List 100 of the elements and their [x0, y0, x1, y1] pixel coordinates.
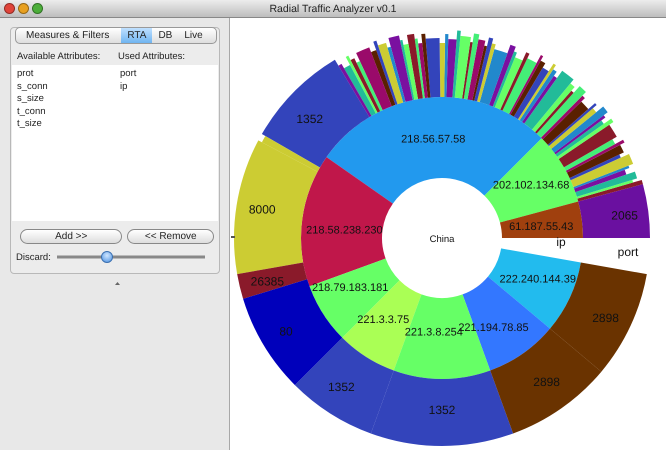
- thin-segment[interactable]: [492, 51, 517, 108]
- thin-segment[interactable]: [338, 64, 372, 118]
- attribute-item[interactable]: s_conn: [17, 80, 115, 93]
- thin-segment[interactable]: [472, 46, 487, 101]
- attribute-item[interactable]: s_size: [17, 93, 115, 106]
- thin-segment[interactable]: [421, 34, 430, 98]
- splitter-handle-icon[interactable]: [231, 236, 235, 238]
- thin-segment[interactable]: [371, 50, 396, 106]
- attribute-item[interactable]: t_conn: [17, 106, 115, 118]
- thin-segment[interactable]: [574, 170, 626, 192]
- tab[interactable]: Live: [178, 28, 209, 43]
- thin-segment[interactable]: [452, 30, 461, 98]
- thin-segment[interactable]: [426, 38, 440, 98]
- thin-segment[interactable]: [566, 140, 625, 173]
- thin-segment[interactable]: [542, 102, 588, 145]
- tab[interactable]: DB: [152, 28, 178, 43]
- attribute-item[interactable]: ip: [120, 80, 218, 93]
- thin-segment[interactable]: [406, 34, 423, 100]
- segment-label: 2898: [533, 375, 560, 389]
- slider-thumb[interactable]: [101, 251, 114, 263]
- thin-segment[interactable]: [464, 34, 480, 100]
- thin-segment[interactable]: [536, 86, 586, 138]
- thin-segment[interactable]: [489, 44, 516, 106]
- thin-segment[interactable]: [575, 172, 638, 197]
- thin-segment[interactable]: [558, 124, 617, 168]
- thin-segment[interactable]: [474, 37, 494, 102]
- thin-segment[interactable]: [551, 106, 608, 153]
- segment-label: 222.240.144.39: [500, 274, 576, 286]
- ring-segment[interactable]: [262, 60, 370, 168]
- thin-segment[interactable]: [480, 49, 508, 106]
- thin-segment[interactable]: [378, 42, 404, 104]
- thin-segment[interactable]: [518, 64, 556, 120]
- thin-segment[interactable]: [467, 39, 486, 100]
- thin-segment[interactable]: [462, 42, 473, 99]
- thin-segment[interactable]: [500, 52, 530, 111]
- thin-segment[interactable]: [535, 90, 574, 134]
- segment-label: 221.3.3.75: [357, 314, 410, 326]
- thin-segment[interactable]: [373, 40, 398, 105]
- thin-segment[interactable]: [356, 61, 383, 112]
- segment-label: 218.79.183.181: [312, 282, 388, 294]
- thin-segment[interactable]: [403, 44, 418, 100]
- thin-segment[interactable]: [510, 60, 546, 117]
- thin-segment[interactable]: [400, 40, 414, 100]
- thin-segment[interactable]: [446, 39, 457, 98]
- thin-segment[interactable]: [577, 180, 643, 202]
- thin-segment[interactable]: [576, 180, 634, 199]
- thin-segment[interactable]: [350, 58, 380, 113]
- attribute-item[interactable]: port: [120, 68, 218, 80]
- thin-segment[interactable]: [564, 139, 616, 171]
- thin-segment[interactable]: [387, 46, 406, 102]
- ring-segment[interactable]: [484, 138, 578, 222]
- ring-segment[interactable]: [370, 370, 514, 446]
- segment-label: 2065: [611, 208, 638, 223]
- thin-segment[interactable]: [557, 118, 614, 159]
- segment-label: 26385: [250, 274, 284, 289]
- discard-label: Discard:: [16, 252, 51, 262]
- thin-segment[interactable]: [344, 64, 376, 116]
- ring-segment[interactable]: [500, 202, 583, 238]
- thin-segment[interactable]: [524, 70, 574, 130]
- center-label: China: [430, 234, 454, 245]
- thin-segment[interactable]: [418, 43, 428, 98]
- thin-segment[interactable]: [541, 96, 585, 140]
- close-button[interactable]: [4, 3, 15, 14]
- tab[interactable]: Measures & Filters: [16, 28, 122, 43]
- segment-label: 1352: [428, 403, 456, 417]
- thin-segment[interactable]: [346, 56, 378, 114]
- list-header: Available Attributes:: [17, 51, 102, 62]
- thin-segment[interactable]: [509, 55, 544, 115]
- thin-segment[interactable]: [444, 34, 448, 98]
- thin-segment[interactable]: [388, 36, 413, 102]
- add-button[interactable]: Add >>: [20, 229, 122, 244]
- zoom-button[interactable]: [32, 3, 43, 14]
- thin-segment[interactable]: [520, 69, 557, 122]
- thin-segment[interactable]: [414, 38, 425, 98]
- thin-segment[interactable]: [522, 76, 557, 124]
- thin-segment[interactable]: [532, 83, 575, 132]
- attribute-item[interactable]: t_size: [17, 118, 115, 130]
- thin-segment[interactable]: [356, 47, 392, 110]
- thin-segment[interactable]: [556, 120, 604, 157]
- thin-segment[interactable]: [573, 166, 630, 189]
- remove-button[interactable]: << Remove: [127, 229, 214, 244]
- thin-segment[interactable]: [502, 58, 537, 114]
- ring-segment[interactable]: [294, 338, 394, 434]
- window-title: Radial Traffic Analyzer v0.1: [269, 3, 397, 15]
- thin-segment[interactable]: [514, 68, 549, 120]
- attribute-item[interactable]: prot: [17, 68, 115, 80]
- thin-segment[interactable]: [570, 154, 621, 180]
- ring-segment[interactable]: [578, 184, 650, 238]
- tab[interactable]: RTA: [121, 28, 152, 43]
- thin-segment[interactable]: [554, 115, 606, 154]
- minimize-button[interactable]: [18, 3, 29, 14]
- segment-label: 218.56.57.58: [401, 133, 466, 146]
- thin-segment[interactable]: [566, 144, 624, 178]
- segment-label: 8000: [248, 202, 276, 217]
- thin-segment[interactable]: [494, 57, 523, 110]
- segment-label: 80: [279, 324, 293, 339]
- thin-segment[interactable]: [570, 154, 634, 187]
- collapse-icon[interactable]: [115, 282, 120, 285]
- thin-segment[interactable]: [477, 43, 496, 102]
- thin-segment[interactable]: [454, 36, 471, 98]
